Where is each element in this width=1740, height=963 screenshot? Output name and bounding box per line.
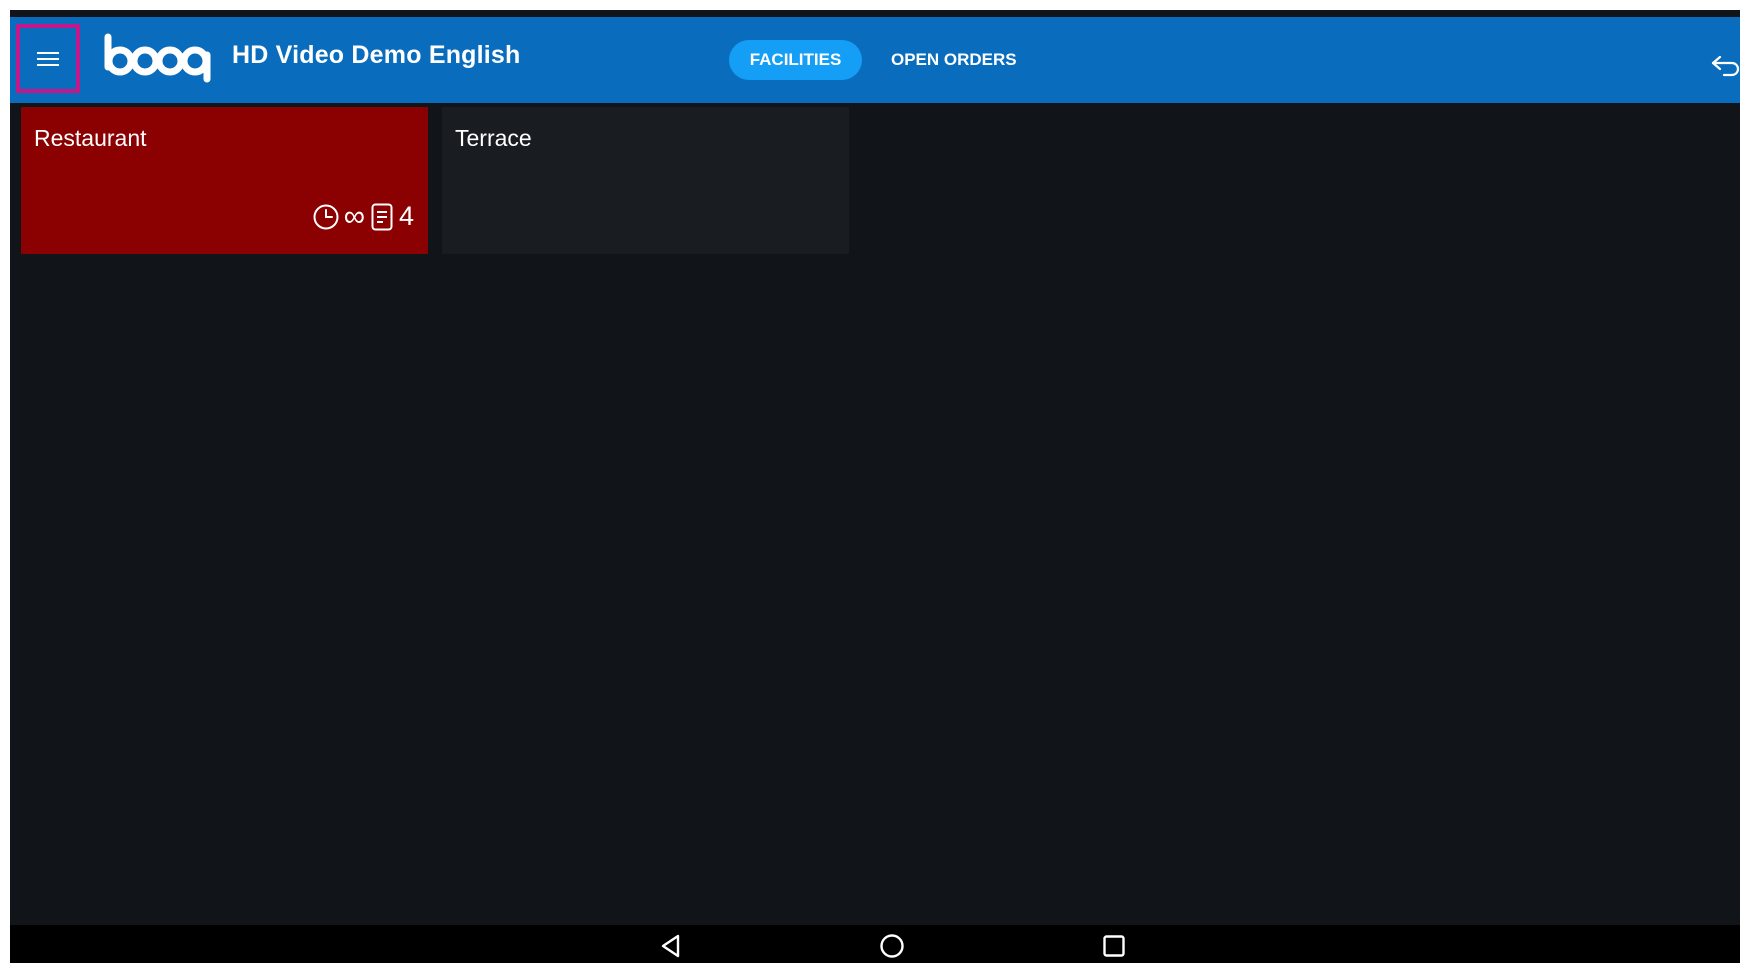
return-arrow-icon[interactable]	[1710, 53, 1740, 77]
system-navigation-bar	[10, 925, 1740, 963]
facility-name: Restaurant	[34, 125, 147, 151]
back-triangle-icon[interactable]	[658, 933, 684, 959]
recents-square-icon[interactable]	[1101, 933, 1127, 959]
facility-tile-restaurant[interactable]: Restaurant ∞ 4	[21, 107, 428, 254]
duration-value: ∞	[343, 199, 365, 233]
facility-status: ∞ 4	[312, 201, 414, 232]
tab-facilities[interactable]: FACILITIES	[729, 40, 862, 80]
facility-tile-terrace[interactable]: Terrace	[442, 107, 849, 254]
menu-button[interactable]	[16, 24, 80, 93]
facility-name: Terrace	[455, 125, 532, 151]
order-count: 4	[398, 201, 414, 231]
booq-logo	[104, 33, 211, 83]
top-app-bar: HD Video Demo English FACILITIES OPEN OR…	[10, 17, 1740, 103]
app-screen: HD Video Demo English FACILITIES OPEN OR…	[10, 10, 1740, 963]
tab-open-orders[interactable]: OPEN ORDERS	[891, 40, 1017, 80]
receipt-icon	[371, 203, 393, 230]
venue-title: HD Video Demo English	[232, 41, 521, 69]
home-circle-icon[interactable]	[879, 933, 905, 959]
hamburger-menu-icon	[37, 51, 59, 66]
clock-icon	[313, 204, 339, 229]
